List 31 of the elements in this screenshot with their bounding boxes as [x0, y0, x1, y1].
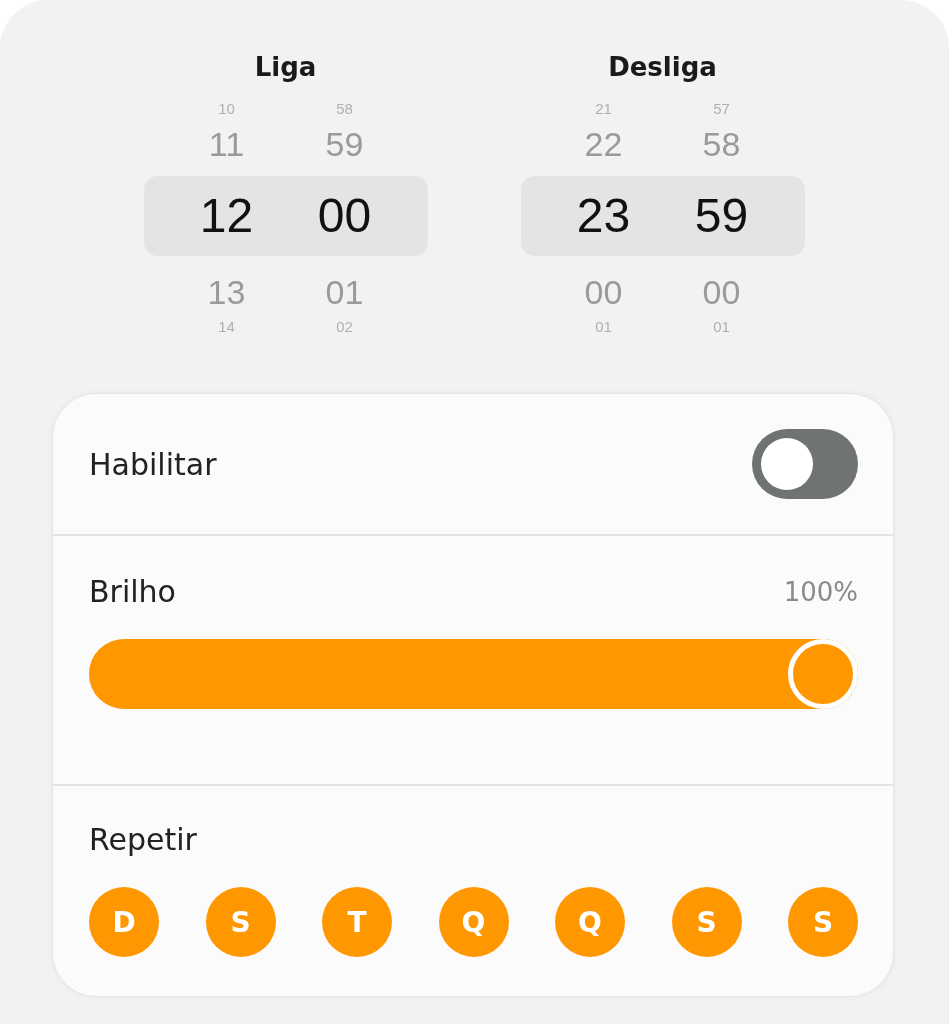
- brightness-label: Brilho: [89, 574, 176, 609]
- picker-title: Liga: [254, 51, 317, 84]
- hour-value[interactable]: 11: [189, 120, 264, 168]
- minute-value[interactable]: 57: [684, 98, 759, 120]
- minute-value[interactable]: 59: [307, 120, 382, 168]
- hour-value[interactable]: 01: [566, 316, 641, 338]
- picker-title: Desliga: [608, 51, 717, 84]
- minute-value[interactable]: 01: [684, 316, 759, 338]
- minute-value[interactable]: 02: [307, 316, 382, 338]
- hour-value[interactable]: 10: [189, 98, 264, 120]
- brightness-reading: 100%: [783, 576, 858, 607]
- hour-value[interactable]: 21: [566, 98, 641, 120]
- weekday-button[interactable]: Q: [438, 887, 509, 957]
- minute-value[interactable]: 01: [307, 268, 382, 316]
- weekday-button[interactable]: T: [322, 887, 392, 957]
- hour-value[interactable]: 22: [566, 120, 641, 168]
- selected-time-row[interactable]: 23 59: [520, 176, 805, 256]
- hour-value[interactable]: 00: [566, 268, 641, 316]
- weekday-button[interactable]: Q: [555, 887, 625, 957]
- hour-value[interactable]: 14: [189, 316, 264, 338]
- weekday-button[interactable]: D: [89, 887, 159, 957]
- minute-value[interactable]: 00: [684, 268, 759, 316]
- selected-time-row[interactable]: 12 00: [143, 176, 428, 256]
- weekday-button[interactable]: S: [205, 887, 276, 957]
- hour-value[interactable]: 13: [189, 268, 264, 316]
- enable-label: Habilitar: [89, 446, 217, 482]
- weekday-button[interactable]: S: [671, 887, 742, 957]
- weekday-button[interactable]: S: [788, 887, 858, 957]
- minute-value[interactable]: 58: [684, 120, 759, 168]
- repeat-label: Repetir: [89, 822, 197, 857]
- minute-value[interactable]: 58: [307, 98, 382, 120]
